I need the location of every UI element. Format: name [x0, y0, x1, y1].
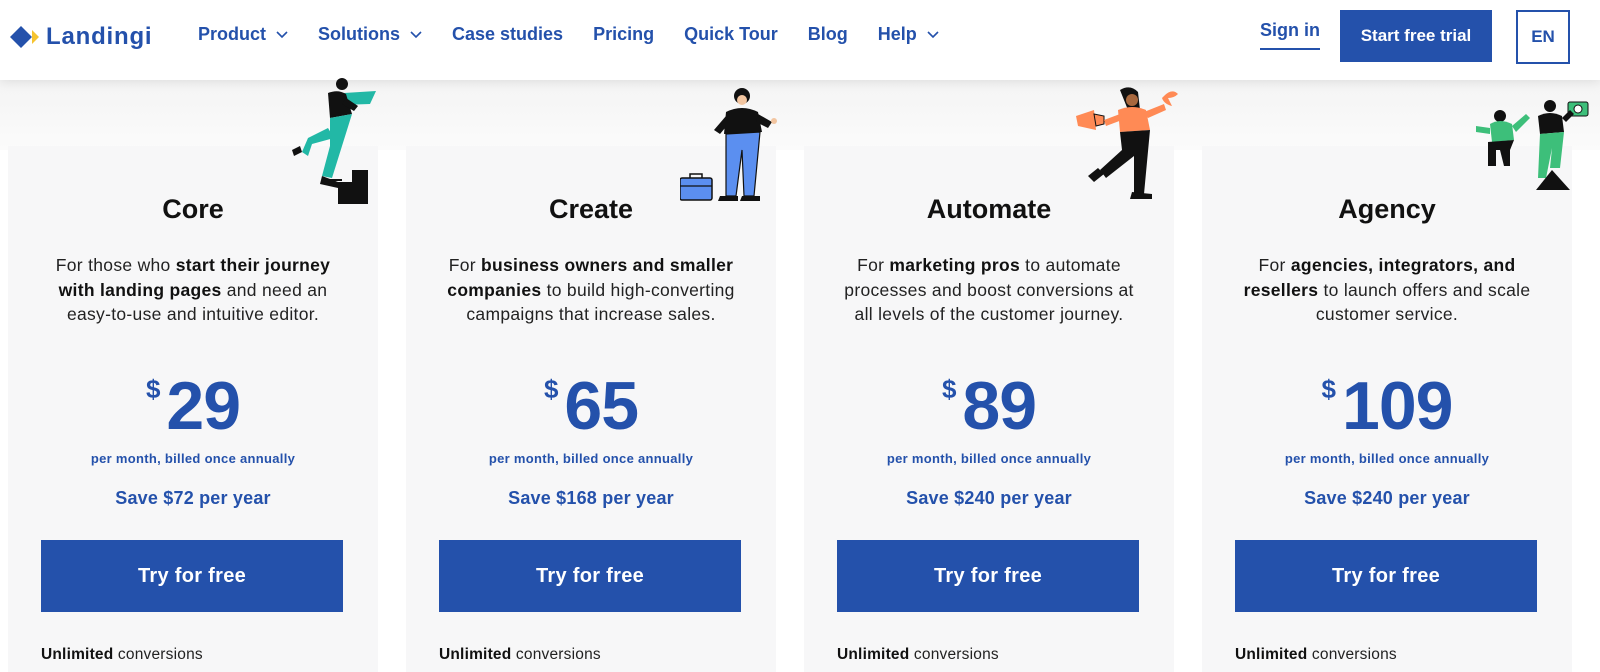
feature-text: conversions [1307, 646, 1397, 663]
price-amount: 65 [564, 368, 639, 444]
chevron-down-icon [927, 30, 939, 38]
sign-in-link[interactable]: Sign in [1260, 20, 1320, 50]
plan-description: For business owners and smaller companie… [436, 253, 746, 327]
try-for-free-button[interactable]: Try for free [1235, 540, 1537, 612]
person-climbing-steps-icon [292, 78, 376, 204]
price-amount: 109 [1342, 368, 1453, 444]
desc-text: For those who [55, 255, 176, 275]
feature-bold: Unlimited [41, 646, 114, 663]
plan-card-automate: Automate For marketing pros to automate … [804, 146, 1174, 672]
desc-text: For [857, 255, 890, 275]
person-with-megaphone-icon [1076, 87, 1178, 199]
feature-item: Unlimited conversions [1235, 646, 1397, 664]
start-free-trial-button[interactable]: Start free trial [1340, 10, 1492, 62]
plan-card-create: Create For business owners and smaller c… [406, 146, 776, 672]
feature-bold: Unlimited [1235, 646, 1308, 663]
feature-item: Unlimited conversions [41, 646, 203, 664]
plan-price: $89 [804, 370, 1174, 442]
plan-card-agency: Agency For agencies, integrators, and re… [1202, 146, 1572, 672]
desc-bold-text: marketing pros [889, 255, 1021, 275]
yearly-savings: Save $72 per year [115, 488, 271, 508]
feature-text: conversions [511, 646, 601, 663]
currency-symbol: $ [1321, 374, 1336, 404]
nav-item-label: Solutions [318, 24, 401, 44]
plan-description: For agencies, integrators, and resellers… [1232, 253, 1542, 327]
chevron-down-icon [410, 30, 422, 38]
yearly-savings: Save $240 per year [1304, 488, 1470, 508]
currency-symbol: $ [941, 374, 957, 404]
logo-text: Landingi [46, 23, 153, 50]
nav-item-solutions[interactable]: Solutions [318, 24, 422, 45]
currency-symbol: $ [543, 374, 559, 404]
team-people-icon [1476, 100, 1589, 190]
billing-period: per month, billed once annually [488, 451, 694, 466]
header-shadow-band [0, 80, 1600, 150]
plan-name: Agency [1338, 194, 1436, 224]
nav-item-label: Product [198, 24, 267, 44]
price-amount: 89 [962, 368, 1037, 444]
nav-item-label: Quick Tour [684, 24, 778, 44]
plan-price: $65 [406, 370, 776, 442]
main-nav: Product Solutions Case studies Pricing Q… [198, 24, 969, 45]
plan-price: $29 [8, 370, 378, 442]
currency-symbol: $ [145, 374, 161, 404]
nav-item-quick-tour[interactable]: Quick Tour [684, 24, 778, 45]
feature-item: Unlimited conversions [439, 646, 601, 664]
nav-item-label: Pricing [593, 24, 655, 44]
plan-card-core: Core For those who start their journey w… [8, 146, 378, 672]
site-header: Landingi Product Solutions Case studies … [0, 0, 1600, 80]
feature-bold: Unlimited [837, 646, 910, 663]
plan-description: For those who start their journey with l… [38, 253, 348, 327]
nav-item-label: Help [877, 24, 917, 44]
yearly-savings: Save $168 per year [508, 488, 674, 508]
feature-bold: Unlimited [439, 646, 512, 663]
billing-period: per month, billed once annually [90, 451, 296, 466]
try-for-free-button[interactable]: Try for free [439, 540, 741, 612]
plan-description: For marketing pros to automate processes… [834, 253, 1144, 327]
chevron-down-icon [276, 30, 288, 38]
billing-period: per month, billed once annually [1284, 451, 1490, 466]
nav-item-product[interactable]: Product [198, 24, 288, 45]
desc-text: to launch offers and scale customer serv… [1315, 279, 1531, 325]
try-for-free-button[interactable]: Try for free [41, 540, 343, 612]
desc-text: For [1258, 255, 1291, 275]
nav-item-label: Blog [807, 24, 848, 44]
nav-item-case-studies[interactable]: Case studies [452, 24, 563, 45]
feature-text: conversions [909, 646, 999, 663]
language-button[interactable]: EN [1516, 10, 1570, 64]
logo-mark-icon [10, 26, 39, 48]
nav-item-label: Case studies [452, 24, 564, 44]
feature-item: Unlimited conversions [837, 646, 999, 664]
billing-period: per month, billed once annually [886, 451, 1092, 466]
nav-item-blog[interactable]: Blog [808, 24, 848, 45]
logo[interactable]: Landingi [8, 20, 152, 54]
yearly-savings: Save $240 per year [906, 488, 1072, 508]
try-for-free-button[interactable]: Try for free [837, 540, 1139, 612]
nav-item-help[interactable]: Help [878, 24, 939, 45]
plan-price: $109 [1202, 370, 1572, 442]
desc-text: For [448, 255, 482, 275]
feature-text: conversions [113, 646, 203, 663]
person-with-briefcase-icon [680, 88, 777, 201]
price-amount: 29 [166, 368, 241, 444]
nav-item-pricing[interactable]: Pricing [593, 24, 654, 45]
